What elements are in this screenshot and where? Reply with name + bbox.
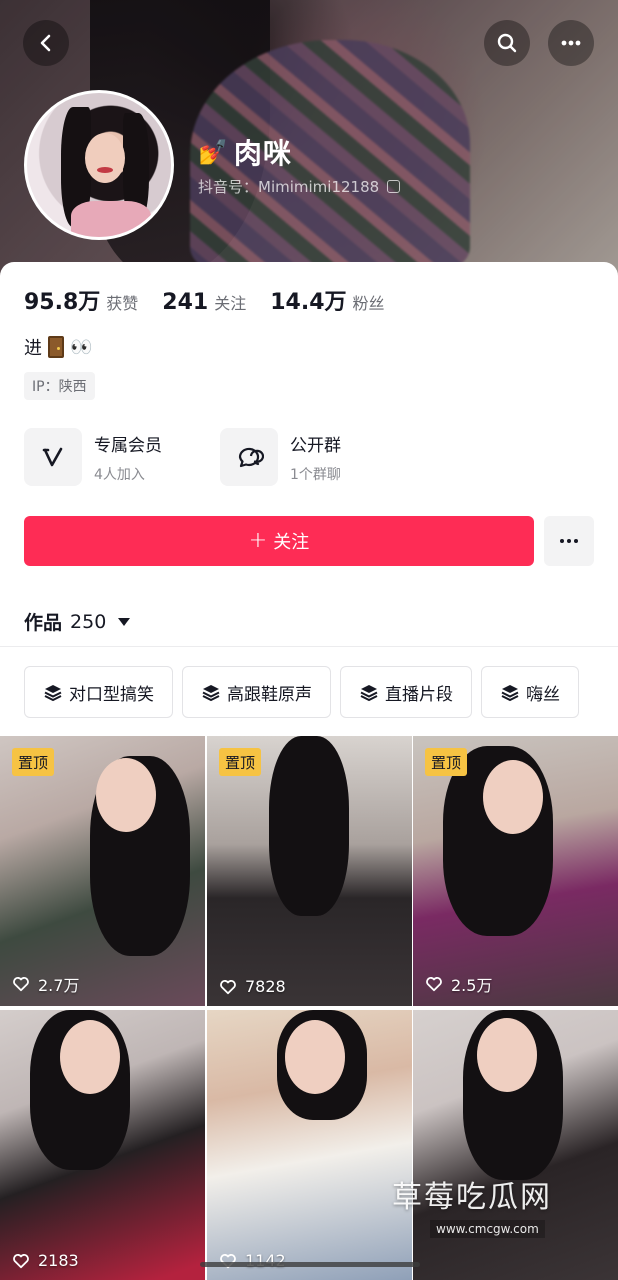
- stat-likes-num: 95.8万: [24, 290, 101, 315]
- stat-following[interactable]: 241 关注: [162, 290, 246, 315]
- more-options-button[interactable]: [548, 20, 594, 66]
- video-tile[interactable]: 1142: [207, 1010, 412, 1280]
- works-label: 作品: [24, 612, 63, 634]
- door-icon: [48, 336, 64, 358]
- stat-followers[interactable]: 14.4万 粉丝: [270, 284, 384, 316]
- like-count-text: 2.5万: [451, 976, 493, 995]
- stat-following-num: 241: [162, 290, 209, 315]
- like-count: 2.5万: [425, 972, 492, 996]
- like-count-text: 1142: [245, 1251, 286, 1270]
- copy-icon[interactable]: [387, 180, 401, 193]
- collection-label: 高跟鞋原声: [227, 684, 312, 705]
- stat-likes[interactable]: 95.8万 获赞: [24, 284, 138, 316]
- search-button[interactable]: [484, 20, 530, 66]
- collections-row: 对口型搞笑 高跟鞋原声 直播片段 嗨丝: [24, 666, 579, 718]
- v-membership-icon: [24, 428, 82, 486]
- group-title: 公开群: [290, 435, 341, 456]
- video-tile[interactable]: 置顶 2.5万: [413, 736, 618, 1006]
- works-count: 250: [70, 610, 107, 633]
- ip-location-tag: IP：陕西: [24, 372, 95, 400]
- avatar[interactable]: [24, 90, 174, 240]
- caret-down-icon: [118, 617, 131, 626]
- like-count-text: 2.7万: [38, 976, 80, 995]
- search-icon: [497, 33, 517, 53]
- heart-icon: [13, 977, 29, 992]
- works-tab[interactable]: 作品 250: [24, 608, 131, 635]
- bio: 进 👀: [24, 334, 92, 360]
- like-count-text: 7828: [245, 977, 286, 996]
- like-count-text: 2183: [38, 1251, 79, 1270]
- nail-polish-emoji: 💅: [198, 138, 228, 166]
- pinned-badge: 置顶: [12, 748, 55, 776]
- like-count: 2.7万: [12, 972, 79, 996]
- watermark-title: 草莓吃瓜网: [392, 1180, 552, 1215]
- like-count: 7828: [219, 977, 286, 996]
- membership-title: 专属会员: [94, 435, 162, 456]
- collection-chip[interactable]: 高跟鞋原声: [182, 666, 331, 718]
- douyin-id-text: 抖音号：Mimimimi12188: [198, 178, 380, 196]
- back-button[interactable]: [23, 20, 69, 66]
- watermark-url: www.cmcgw.com: [430, 1220, 545, 1238]
- layers-icon: [501, 685, 519, 702]
- heart-icon: [220, 979, 236, 994]
- stat-followers-num: 14.4万: [270, 290, 347, 315]
- layers-icon: [44, 685, 62, 702]
- pinned-badge: 置顶: [219, 748, 262, 776]
- more-actions-button[interactable]: [544, 516, 594, 566]
- profile-name-row: 💅 肉咪: [198, 132, 292, 172]
- watermark: 草莓吃瓜网 www.cmcgw.com: [392, 1172, 552, 1238]
- home-indicator[interactable]: [200, 1262, 420, 1267]
- public-group[interactable]: 公开群 1个群聊: [220, 428, 341, 486]
- collection-label: 嗨丝: [526, 684, 560, 705]
- layers-icon: [360, 685, 378, 702]
- layers-icon: [202, 685, 220, 702]
- follow-button[interactable]: + 关注: [24, 516, 534, 566]
- stats-row: 95.8万 获赞 241 关注 14.4万 粉丝: [24, 284, 385, 316]
- video-tile[interactable]: 2183: [0, 1010, 205, 1280]
- membership-sub: 4人加入: [94, 466, 145, 483]
- heart-icon: [13, 1253, 29, 1268]
- group-chat-icon: [220, 428, 278, 486]
- collection-chip[interactable]: 直播片段: [340, 666, 472, 718]
- group-sub: 1个群聊: [290, 466, 341, 483]
- bio-text: 进: [24, 338, 42, 359]
- profile-name: 肉咪: [233, 137, 292, 170]
- pinned-badge: 置顶: [425, 748, 468, 776]
- plus-icon: +: [248, 528, 268, 553]
- collection-chip[interactable]: 对口型搞笑: [24, 666, 173, 718]
- douyin-id[interactable]: 抖音号：Mimimimi12188: [198, 176, 401, 197]
- like-count: 2183: [12, 1251, 79, 1270]
- stat-following-label: 关注: [214, 294, 247, 313]
- collection-label: 直播片段: [385, 684, 453, 705]
- video-tile[interactable]: [413, 1010, 618, 1280]
- stat-followers-label: 粉丝: [352, 294, 385, 313]
- video-tile[interactable]: 置顶 7828: [207, 736, 412, 1006]
- follow-label: 关注: [273, 532, 310, 553]
- more-dots-icon: [560, 539, 578, 543]
- eyes-emoji: 👀: [70, 336, 93, 358]
- divider: [0, 646, 618, 647]
- stat-likes-label: 获赞: [106, 294, 139, 313]
- collection-chip[interactable]: 嗨丝: [481, 666, 579, 718]
- exclusive-membership[interactable]: 专属会员 4人加入: [24, 428, 162, 486]
- more-icon: [561, 40, 581, 46]
- like-count: 1142: [219, 1251, 286, 1270]
- back-arrow-icon: [40, 34, 51, 52]
- video-tile[interactable]: 置顶 2.7万: [0, 736, 205, 1006]
- collection-label: 对口型搞笑: [69, 684, 154, 705]
- heart-icon: [426, 977, 442, 992]
